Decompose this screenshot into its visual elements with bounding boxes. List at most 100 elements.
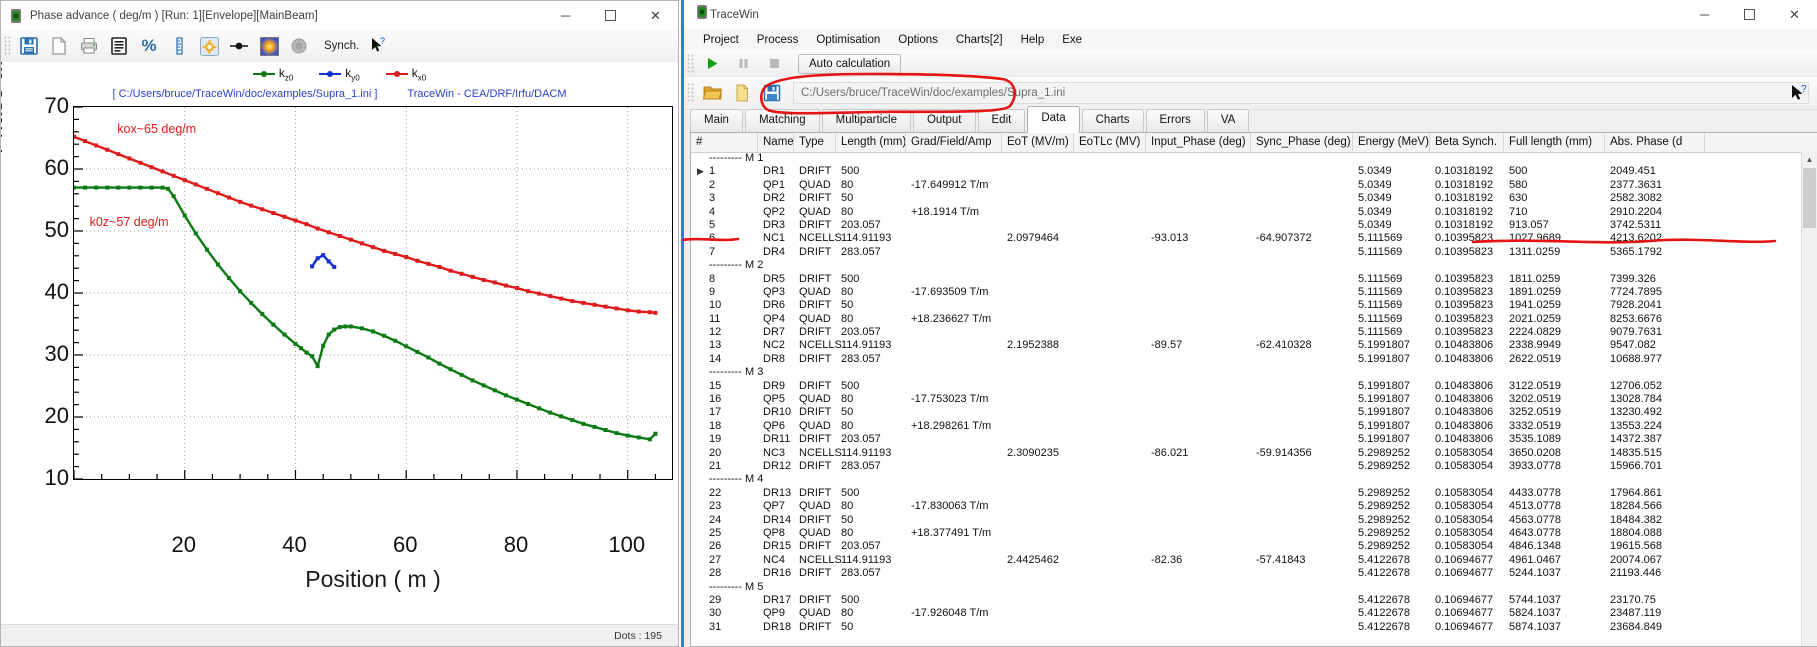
menu-item-exe[interactable]: Exe	[1053, 31, 1091, 49]
scroll-thumb[interactable]	[1803, 168, 1816, 228]
table-row[interactable]: 18QP6QUAD80+18.298261 T/m5.19918070.1048…	[691, 420, 1817, 433]
list-icon[interactable]	[105, 33, 133, 59]
table-row[interactable]: 17DR10DRIFT505.19918070.104838063252.051…	[691, 406, 1817, 419]
table-row[interactable]: 4QP2QUAD80+18.1914 T/m5.03490.1031819271…	[691, 206, 1817, 219]
menu-item-optimisation[interactable]: Optimisation	[807, 31, 889, 49]
copy-icon[interactable]	[45, 33, 73, 59]
menu-item-help[interactable]: Help	[1012, 31, 1054, 49]
table-row[interactable]: 7DR4DRIFT283.0575.1115690.103958231311.0…	[691, 246, 1817, 259]
table-row[interactable]: 30QP9QUAD80-17.926048 T/m5.41226780.1069…	[691, 607, 1817, 620]
new-file-icon[interactable]	[728, 80, 756, 106]
table-vertical-scrollbar[interactable]: ▲	[1801, 152, 1817, 646]
table-row[interactable]: 26DR15DRIFT203.0575.29892520.10583054484…	[691, 540, 1817, 553]
stop-icon[interactable]	[762, 53, 787, 75]
minimize-button[interactable]: ─	[543, 1, 588, 30]
table-row[interactable]: 6NC1NCELLS114.911932.0979464-93.013-64.9…	[691, 232, 1817, 245]
tab-matching[interactable]: Matching	[745, 109, 820, 133]
table-row[interactable]: 24DR14DRIFT505.29892520.105830544563.077…	[691, 514, 1817, 527]
table-row[interactable]: 23QP7QUAD80-17.830063 T/m5.29892520.1058…	[691, 500, 1817, 513]
tab-output[interactable]: Output	[913, 109, 976, 133]
maximize-button[interactable]	[588, 1, 633, 30]
tab-data[interactable]: Data	[1027, 106, 1079, 133]
table-body[interactable]: --------- M 1▶1DR1DRIFT5005.03490.103181…	[691, 152, 1817, 646]
table-row[interactable]: 8DR5DRIFT5005.1115690.103958231811.02597…	[691, 273, 1817, 286]
toolbar-grip[interactable]	[687, 83, 694, 103]
close-button[interactable]: ✕	[1772, 0, 1817, 29]
ruler-icon[interactable]	[165, 33, 193, 59]
dot-icon[interactable]	[225, 33, 253, 59]
density-icon[interactable]	[255, 33, 283, 59]
print-icon[interactable]	[75, 33, 103, 59]
table-row[interactable]: 5DR3DRIFT203.0575.03490.10318192913.0573…	[691, 219, 1817, 232]
cell-fulllength: 4846.1348	[1509, 540, 1561, 553]
help-cursor-icon[interactable]: ?	[365, 33, 393, 59]
percent-icon[interactable]: %	[135, 33, 163, 59]
toolbar-grip[interactable]	[4, 36, 11, 56]
save-icon[interactable]	[15, 33, 43, 59]
column-header-beta[interactable]: Beta Synch.	[1430, 133, 1504, 152]
cell-num: 4	[709, 206, 715, 219]
tab-charts[interactable]: Charts	[1082, 109, 1144, 133]
auto-calculation-button[interactable]: Auto calculation	[798, 54, 901, 74]
tab-va[interactable]: VA	[1207, 109, 1250, 133]
table-row[interactable]: 3DR2DRIFT505.03490.103181926302582.3082	[691, 192, 1817, 205]
table-row[interactable]: 29DR17DRIFT5005.41226780.106946775744.10…	[691, 594, 1817, 607]
menu-item-charts-2-[interactable]: Charts[2]	[947, 31, 1012, 49]
help-cursor-icon[interactable]: ?	[1789, 83, 1811, 110]
tab-errors[interactable]: Errors	[1146, 109, 1205, 133]
open-folder-icon[interactable]	[698, 80, 726, 106]
column-header-fulllength[interactable]: Full length (mm)	[1504, 133, 1605, 152]
minimize-button[interactable]: ─	[1682, 0, 1727, 29]
table-section-row[interactable]: --------- M 5	[691, 581, 1817, 594]
table-row[interactable]: 2QP1QUAD80-17.649912 T/m5.03490.10318192…	[691, 179, 1817, 192]
column-header-sync-phase[interactable]: Sync_Phase (deg)	[1251, 133, 1353, 152]
table-row[interactable]: 11QP4QUAD80+18.236627 T/m5.1115690.10395…	[691, 313, 1817, 326]
pause-icon[interactable]	[731, 53, 756, 75]
column-header-name[interactable]: Name	[758, 133, 794, 152]
menu-item-project[interactable]: Project	[694, 31, 748, 49]
table-section-row[interactable]: --------- M 2	[691, 259, 1817, 272]
save-icon[interactable]	[758, 80, 786, 106]
table-row[interactable]: 14DR8DRIFT283.0575.19918070.104838062622…	[691, 353, 1817, 366]
maximize-button[interactable]	[1727, 0, 1772, 29]
table-section-row[interactable]: --------- M 3	[691, 366, 1817, 379]
tab-multiparticle[interactable]: Multiparticle	[822, 109, 911, 133]
table-row[interactable]: 12DR7DRIFT203.0575.1115690.103958232224.…	[691, 326, 1817, 339]
table-row[interactable]: ▶1DR1DRIFT5005.03490.103181925002049.451	[691, 165, 1817, 178]
tab-main[interactable]: Main	[690, 109, 743, 133]
column-header-num[interactable]: #	[691, 133, 758, 152]
table-row[interactable]: 27NC4NCELLS114.911932.4425462-82.36-57.4…	[691, 554, 1817, 567]
play-icon[interactable]	[700, 53, 725, 75]
table-section-row[interactable]: --------- M 4	[691, 473, 1817, 486]
scroll-up-arrow[interactable]: ▲	[1802, 152, 1817, 167]
settings-icon[interactable]	[195, 33, 223, 59]
table-row[interactable]: 16QP5QUAD80-17.753023 T/m5.19918070.1048…	[691, 393, 1817, 406]
table-row[interactable]: 21DR12DRIFT283.0575.29892520.10583054393…	[691, 460, 1817, 473]
table-row[interactable]: 10DR6DRIFT505.1115690.103958231941.02597…	[691, 299, 1817, 312]
table-row[interactable]: 31DR18DRIFT505.41226780.106946775874.103…	[691, 621, 1817, 634]
project-path-input[interactable]: C:/Users/bruce/TraceWin/doc/examples/Sup…	[793, 82, 1809, 104]
toolbar-grip[interactable]	[687, 54, 694, 74]
column-header-grad[interactable]: Grad/Field/Amp	[906, 133, 1002, 152]
menu-item-process[interactable]: Process	[748, 31, 808, 49]
menu-item-options[interactable]: Options	[889, 31, 947, 49]
table-row[interactable]: 25QP8QUAD80+18.377491 T/m5.29892520.1058…	[691, 527, 1817, 540]
table-row[interactable]: 19DR11DRIFT203.0575.19918070.10483806353…	[691, 433, 1817, 446]
tab-edit[interactable]: Edit	[978, 109, 1026, 133]
column-header-length[interactable]: Length (mm)	[836, 133, 906, 152]
column-header-eot[interactable]: EoT (MV/m)	[1002, 133, 1074, 152]
column-header-absphase[interactable]: Abs. Phase (d	[1605, 133, 1705, 152]
table-row[interactable]: 22DR13DRIFT5005.29892520.105830544433.07…	[691, 487, 1817, 500]
table-row[interactable]: 28DR16DRIFT283.0575.41226780.10694677524…	[691, 567, 1817, 580]
column-header-type[interactable]: Type	[794, 133, 836, 152]
table-row[interactable]: 9QP3QUAD80-17.693509 T/m5.1115690.103958…	[691, 286, 1817, 299]
column-header-eotlc[interactable]: EoTLc (MV)	[1074, 133, 1146, 152]
close-button[interactable]: ✕	[633, 1, 678, 30]
table-row[interactable]: 20NC3NCELLS114.911932.3090235-86.021-59.…	[691, 447, 1817, 460]
column-header-energy[interactable]: Energy (MeV)	[1353, 133, 1430, 152]
table-row[interactable]: 13NC2NCELLS114.911932.1952388-89.57-62.4…	[691, 339, 1817, 352]
table-row[interactable]: 15DR9DRIFT5005.19918070.104838063122.051…	[691, 380, 1817, 393]
table-section-row[interactable]: --------- M 1	[691, 152, 1817, 165]
grey-circle-icon[interactable]	[285, 33, 313, 59]
column-header-input-phase[interactable]: Input_Phase (deg)	[1146, 133, 1251, 152]
